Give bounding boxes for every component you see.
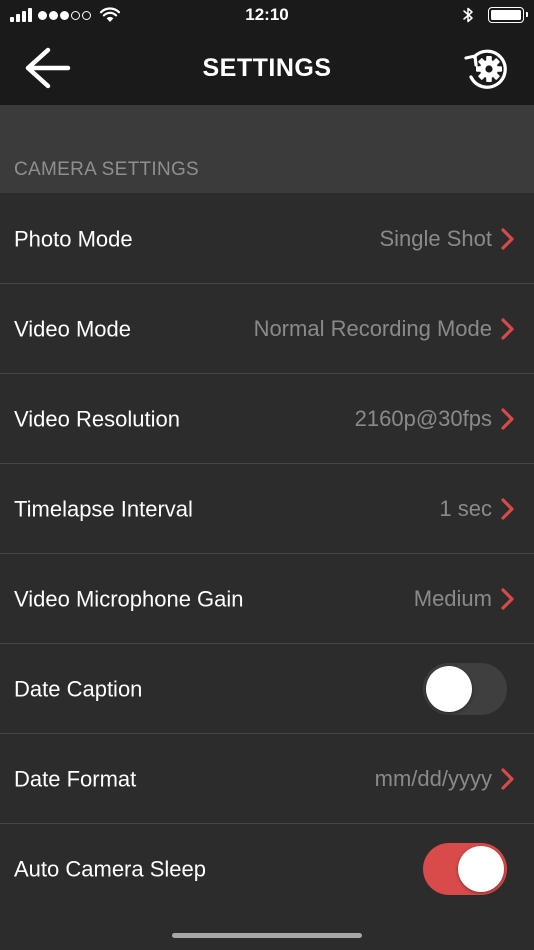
row-label: Photo Mode — [14, 226, 133, 251]
navigation-bar: SETTINGS — [0, 32, 534, 105]
photo-mode-row[interactable]: Photo Mode Single Shot — [0, 194, 534, 284]
row-label: Timelapse Interval — [14, 496, 193, 521]
reset-gear-icon — [464, 49, 507, 89]
date-caption-toggle[interactable] — [423, 662, 507, 715]
video-resolution-row[interactable]: Video Resolution 2160p@30fps — [0, 374, 534, 464]
timelapse-interval-row[interactable]: Timelapse Interval 1 sec — [0, 464, 534, 554]
settings-content: CAMERA SETTINGS Photo Mode Single Shot V… — [0, 105, 534, 916]
row-value: Normal Recording Mode — [253, 315, 492, 341]
chevron-right-icon — [501, 587, 514, 610]
home-area — [0, 916, 534, 950]
battery-icon — [488, 7, 528, 23]
home-indicator[interactable] — [172, 933, 362, 938]
date-format-row[interactable]: Date Format mm/dd/yyyy — [0, 734, 534, 824]
date-caption-row: Date Caption — [0, 644, 534, 734]
toggle-knob — [458, 845, 504, 892]
row-label: Date Format — [14, 766, 137, 791]
chevron-right-icon — [501, 767, 514, 790]
status-time: 12:10 — [245, 5, 289, 24]
section-header: CAMERA SETTINGS — [0, 105, 534, 193]
row-label: Auto Camera Sleep — [14, 856, 206, 881]
row-value: 2160p@30fps — [354, 405, 492, 431]
chevron-right-icon — [501, 227, 514, 250]
auto-camera-sleep-row: Auto Camera Sleep — [0, 824, 534, 913]
bluetooth-icon — [463, 7, 473, 23]
row-label: Video Mode — [14, 316, 132, 341]
auto-camera-sleep-toggle[interactable] — [423, 842, 507, 895]
chevron-right-icon — [501, 317, 514, 340]
status-right — [462, 6, 528, 24]
row-label: Video Resolution — [14, 406, 180, 431]
row-label: Video Microphone Gain — [14, 586, 244, 611]
row-value: mm/dd/yyyy — [374, 765, 492, 791]
chevron-right-icon — [501, 497, 514, 520]
video-microphone-gain-row[interactable]: Video Microphone Gain Medium — [0, 554, 534, 644]
row-value: 1 sec — [439, 495, 492, 521]
status-bar: 12:10 — [0, 0, 534, 32]
toggle-knob — [426, 665, 472, 712]
settings-list: Photo Mode Single Shot Video Mode Normal… — [0, 194, 534, 913]
chevron-right-icon — [501, 407, 514, 430]
section-title: CAMERA SETTINGS — [14, 159, 200, 180]
row-value: Single Shot — [379, 225, 492, 251]
page-title: SETTINGS — [202, 54, 332, 82]
video-mode-row[interactable]: Video Mode Normal Recording Mode — [0, 284, 534, 374]
row-label: Date Caption — [14, 676, 143, 701]
reset-settings-button[interactable] — [462, 42, 514, 94]
row-value: Medium — [413, 585, 492, 611]
